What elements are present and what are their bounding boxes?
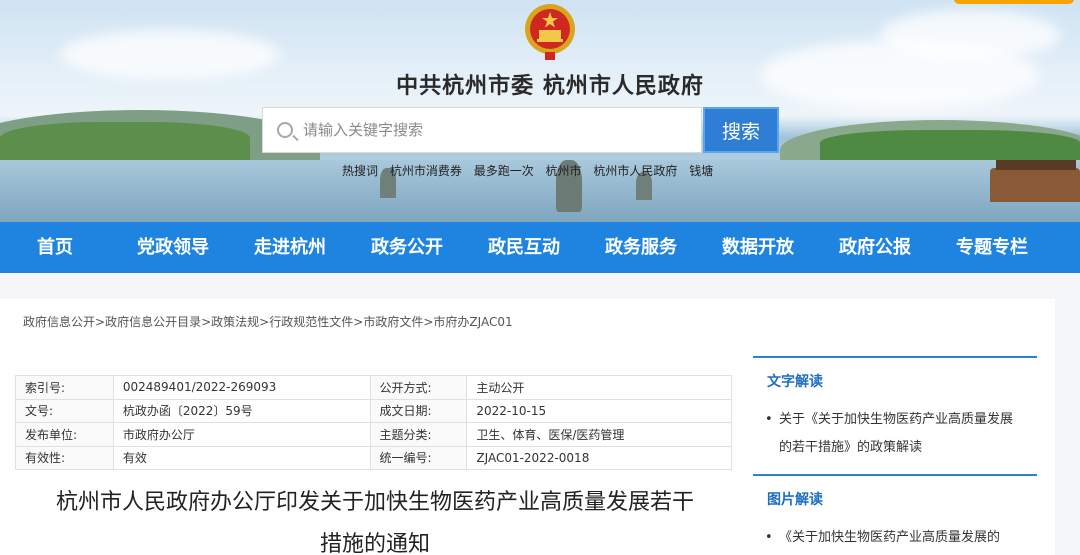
document-title: 杭州市人民政府办公厅印发关于加快生物医药产业高质量发展若干 措施的通知 bbox=[20, 482, 730, 555]
breadcrumb-link[interactable]: 市府办ZJAC01 bbox=[433, 315, 512, 329]
table-row: 发布单位: 市政府办公厅 主题分类: 卫生、体育、医保/医药管理 bbox=[15, 422, 732, 447]
info-value: 卫生、体育、医保/医药管理 bbox=[466, 422, 732, 447]
table-row: 有效性: 有效 统一编号: ZJAC01-2022-0018 bbox=[15, 445, 732, 470]
image-reading-section: 图片解读 《关于加快生物医药产业高质量发展的 bbox=[753, 474, 1037, 552]
document-title-line: 杭州市人民政府办公厅印发关于加快生物医药产业高质量发展若干 bbox=[55, 490, 694, 515]
info-value: ZJAC01-2022-0018 bbox=[466, 445, 732, 470]
nav-item-home[interactable]: 首页 bbox=[22, 222, 88, 273]
hot-words: 热搜词 杭州市消费券 最多跑一次 杭州市 杭州市人民政府 钱塘 bbox=[342, 162, 721, 179]
image-reading-link[interactable]: 《关于加快生物医药产业高质量发展的 bbox=[753, 518, 1037, 552]
hot-word-link[interactable]: 最多跑一次 bbox=[474, 164, 534, 178]
interpretation-sidebar: 文字解读 关于《关于加快生物医药产业高质量发展的若干措施》的政策解读 图片解读 … bbox=[753, 356, 1037, 552]
info-label: 公开方式: bbox=[369, 375, 468, 400]
trees-decoration bbox=[0, 122, 250, 162]
search-box bbox=[262, 107, 702, 153]
search-icon bbox=[277, 122, 293, 138]
info-label: 有效性: bbox=[15, 445, 114, 470]
info-value: 2022-10-15 bbox=[466, 398, 732, 423]
nav-item-open-data[interactable]: 数据开放 bbox=[713, 222, 803, 273]
hot-word-link[interactable]: 钱塘 bbox=[689, 164, 713, 178]
document-title-line: 措施的通知 bbox=[319, 532, 430, 555]
info-value: 主动公开 bbox=[466, 375, 732, 400]
info-label: 索引号: bbox=[15, 375, 114, 400]
nav-item-about-hangzhou[interactable]: 走进杭州 bbox=[245, 222, 335, 273]
image-reading-heading: 图片解读 bbox=[767, 492, 823, 508]
breadcrumb-separator: > bbox=[259, 315, 270, 329]
hot-words-label: 热搜词 bbox=[342, 164, 379, 178]
breadcrumb-link[interactable]: 政府信息公开 bbox=[23, 315, 95, 329]
info-label: 文号: bbox=[15, 398, 114, 423]
info-label: 统一编号: bbox=[369, 445, 468, 470]
site-title: 中共杭州市委 杭州市人民政府 bbox=[396, 73, 704, 99]
text-reading-section: 文字解读 关于《关于加快生物医药产业高质量发展的若干措施》的政策解读 bbox=[753, 356, 1037, 462]
hot-word-link[interactable]: 杭州市消费券 bbox=[390, 164, 462, 178]
info-label: 成文日期: bbox=[369, 398, 468, 423]
nav-item-interaction[interactable]: 政民互动 bbox=[479, 222, 569, 273]
info-label: 发布单位: bbox=[15, 422, 114, 447]
breadcrumb-separator: > bbox=[423, 315, 434, 329]
text-reading-heading: 文字解读 bbox=[767, 374, 823, 390]
nav-item-special-topics[interactable]: 专题专栏 bbox=[947, 222, 1037, 273]
header-banner: 中共杭州市委 杭州市人民政府 搜索 热搜词 杭州市消费券 最多跑一次 杭州市 杭… bbox=[0, 0, 1080, 222]
document-info-table: 索引号: 002489401/2022-269093 公开方式: 主动公开 文号… bbox=[15, 375, 732, 470]
breadcrumb: 政府信息公开>政府信息公开目录>政策法规>行政规范性文件>市政府文件>市府办ZJ… bbox=[23, 313, 513, 330]
breadcrumb-separator: > bbox=[201, 315, 212, 329]
info-value: 市政府办公厅 bbox=[112, 422, 371, 447]
info-value: 有效 bbox=[112, 445, 371, 470]
hot-word-link[interactable]: 杭州市 bbox=[546, 164, 582, 178]
main-nav: 首页 党政领导 走进杭州 政务公开 政民互动 政务服务 数据开放 政府公报 专题… bbox=[0, 222, 1080, 273]
boat-decoration bbox=[990, 168, 1080, 202]
breadcrumb-separator: > bbox=[353, 315, 364, 329]
cloud-decoration bbox=[880, 10, 1060, 60]
breadcrumb-link[interactable]: 行政规范性文件 bbox=[269, 315, 353, 329]
hot-word-link[interactable]: 杭州市人民政府 bbox=[593, 164, 677, 178]
breadcrumb-link[interactable]: 市政府文件 bbox=[363, 315, 423, 329]
trees-decoration bbox=[820, 130, 1080, 162]
table-row: 文号: 杭政办函〔2022〕59号 成文日期: 2022-10-15 bbox=[15, 398, 732, 423]
info-value: 杭政办函〔2022〕59号 bbox=[112, 398, 371, 423]
nav-item-government-affairs[interactable]: 政务公开 bbox=[362, 222, 452, 273]
breadcrumb-link[interactable]: 政府信息公开目录 bbox=[105, 315, 201, 329]
text-reading-link[interactable]: 关于《关于加快生物医药产业高质量发展的若干措施》的政策解读 bbox=[753, 400, 1037, 462]
search-input[interactable] bbox=[303, 108, 693, 152]
info-label: 主题分类: bbox=[369, 422, 468, 447]
nav-item-services[interactable]: 政务服务 bbox=[596, 222, 686, 273]
national-emblem-icon bbox=[523, 2, 577, 60]
search-button[interactable]: 搜索 bbox=[703, 107, 779, 153]
breadcrumb-link[interactable]: 政策法规 bbox=[211, 315, 259, 329]
content-area: 政府信息公开>政府信息公开目录>政策法规>行政规范性文件>市政府文件>市府办ZJ… bbox=[0, 299, 1055, 555]
table-row: 索引号: 002489401/2022-269093 公开方式: 主动公开 bbox=[15, 375, 732, 400]
nav-item-party-leadership[interactable]: 党政领导 bbox=[128, 222, 218, 273]
info-value: 002489401/2022-269093 bbox=[112, 375, 371, 400]
breadcrumb-separator: > bbox=[95, 315, 106, 329]
nav-item-gazette[interactable]: 政府公报 bbox=[830, 222, 920, 273]
top-tab[interactable] bbox=[954, 0, 1074, 4]
boat-roof-decoration bbox=[996, 160, 1076, 170]
